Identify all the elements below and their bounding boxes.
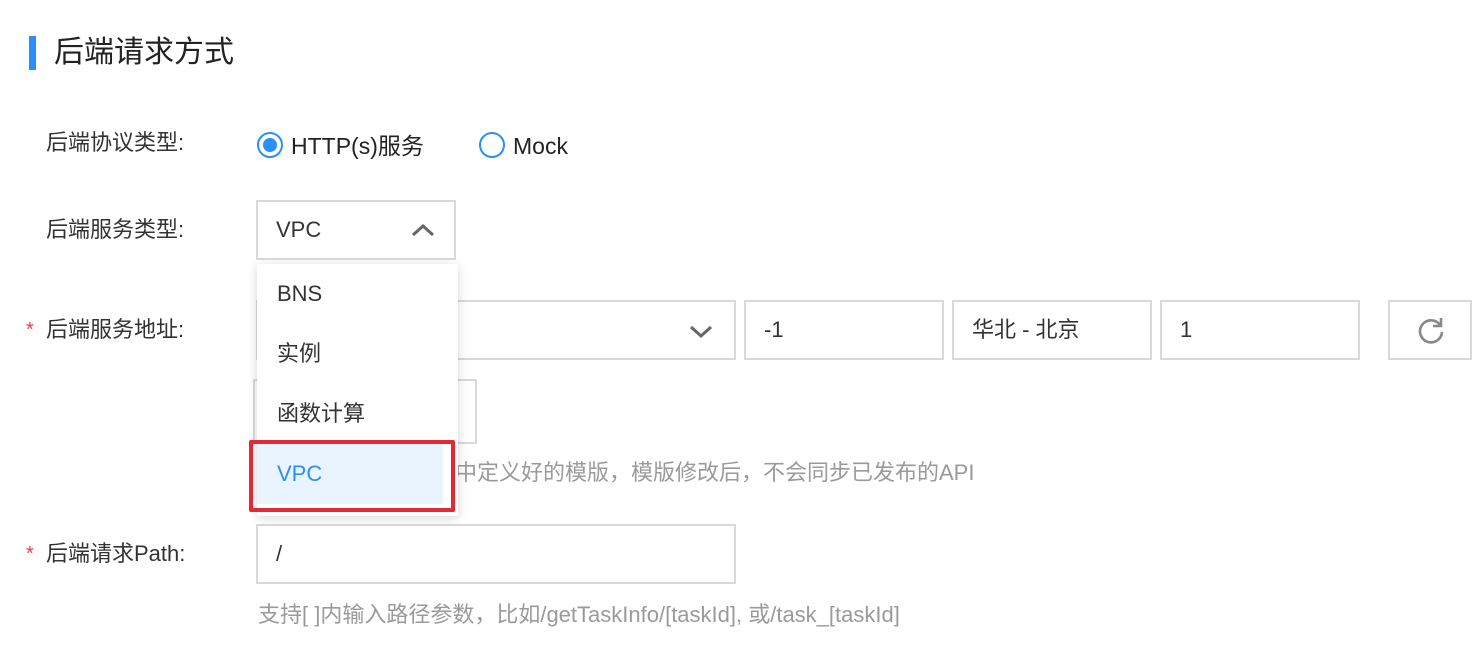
address-field-region[interactable]: 华北 - 北京 [952,300,1152,360]
service-type-value: VPC [276,217,322,242]
service-type-select[interactable]: VPC [256,200,456,260]
radio-http-label: HTTP(s)服务 [291,133,424,159]
protocol-label: 后端协议类型: [46,130,185,155]
address-field-1-value: -1 [764,317,784,342]
radio-mock[interactable]: Mock [479,131,589,161]
address-field-region-value: 华北 - 北京 [972,317,1080,342]
required-mark-path: * [26,543,34,565]
request-path-label: 后端请求Path: [46,541,186,566]
highlight-box [249,440,455,512]
chevron-down-icon [689,325,713,339]
address-field-3-value: 1 [1180,317,1193,342]
refresh-icon [1418,318,1444,344]
address-field-3[interactable]: 1 [1160,300,1360,360]
radio-checked-icon [257,132,283,158]
section-title: 后端请求方式 [54,36,234,69]
service-address-label: 后端服务地址: [46,317,185,342]
request-path-value: / [276,541,283,566]
radio-unchecked-icon [479,132,505,158]
section-accent-bar [29,36,36,70]
address-field-1[interactable]: -1 [744,300,944,360]
dropdown-option-bns[interactable]: BNS [257,264,458,324]
radio-mock-label: Mock [513,133,568,159]
dropdown-option-function[interactable]: 函数计算 [257,384,458,444]
dropdown-option-instance[interactable]: 实例 [257,324,458,384]
request-path-input[interactable]: / [256,524,736,584]
required-mark: * [26,319,34,341]
radio-http[interactable]: HTTP(s)服务 [257,131,437,161]
template-hint: 中定义好的模版，模版修改后，不会同步已发布的API [455,460,975,485]
request-path-hint: 支持[ ]内输入路径参数，比如/getTaskInfo/[taskId], 或/… [258,602,900,627]
chevron-up-icon [411,223,435,237]
refresh-button[interactable] [1388,300,1472,360]
service-type-label: 后端服务类型: [46,217,185,242]
